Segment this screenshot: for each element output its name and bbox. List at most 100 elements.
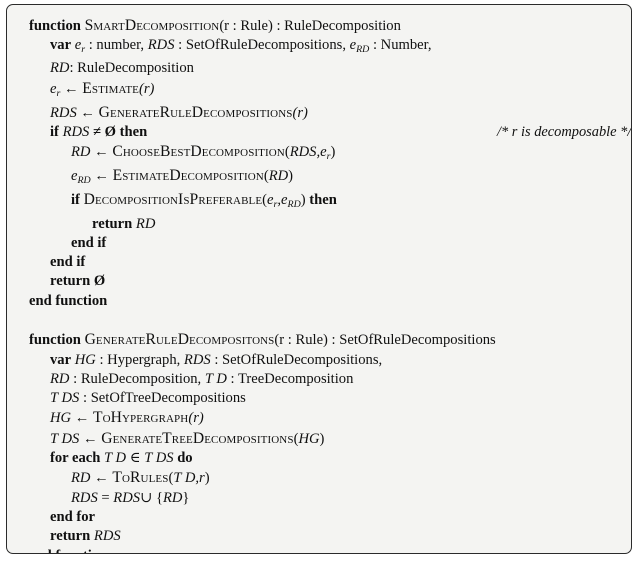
call-estimate-args: (r)	[139, 80, 155, 97]
call-tohypergraph: ToHypergraph	[92, 409, 189, 427]
call-choosebestdecomposition: ChooseBestDecomposition	[112, 143, 285, 161]
comment-text: is decomposable */	[517, 124, 632, 141]
keyword-then: then	[119, 124, 148, 141]
lhs-e-subscript-rd: RD	[77, 175, 91, 187]
proc2-var-line-2: RD : RuleDecomposition, T D : TreeDecomp…	[29, 370, 617, 389]
brace-open: {	[152, 489, 163, 506]
return-value-emptyset-icon: Ø	[93, 273, 106, 290]
keyword-return: return	[50, 273, 94, 290]
lhs-rd: RD	[71, 470, 91, 487]
var-rds: RDS	[183, 351, 211, 368]
proc2-return-rds: return RDS	[29, 527, 617, 546]
not-equal-emptyset-icon: ≠ Ø	[89, 124, 120, 141]
proc2-for-each-td: for each T D ∈ T DS do	[29, 449, 617, 468]
keyword-return: return	[50, 528, 94, 545]
keyword-end-if: end if	[50, 254, 86, 271]
arg-e-subscript-rd: RD	[287, 199, 301, 211]
keyword-var: var	[50, 351, 72, 368]
proc1-name: SmartDecomposition	[84, 17, 220, 34]
keyword-for-each: for each	[50, 450, 105, 467]
union-icon: ∪	[140, 489, 153, 506]
algorithm-listing: function SmartDecomposition(r : Rule) : …	[7, 5, 631, 553]
proc1-end-if-outer: end if	[29, 253, 617, 272]
keyword-function: function	[29, 18, 81, 34]
proc1-assign-generateruledecompositions: RDS ← GenerateRuleDecompositions(r)	[29, 103, 617, 123]
proc1-end-function: end function	[29, 292, 617, 311]
proc2-signature-line: function GenerateRuleDecompositons(r : R…	[29, 330, 617, 350]
var-td: T D	[204, 370, 227, 387]
comment-open: /*	[497, 124, 512, 141]
arg-rd: RD	[268, 168, 289, 185]
return-value-rd: RD	[135, 215, 156, 232]
call-torules: ToRules	[112, 469, 169, 487]
assign-arrow-icon: ←	[60, 80, 83, 97]
proc2-assign-torules: RD ← ToRules(T D,r)	[29, 468, 617, 488]
proc2-name: GenerateRuleDecompositons	[84, 331, 275, 349]
assign-arrow-icon: ←	[90, 144, 113, 161]
paren-close: )	[300, 192, 310, 209]
keyword-do: do	[173, 450, 193, 467]
var-type-setofruledecompositions: : SetOfRuleDecompositions,	[174, 37, 350, 54]
keyword-end-for: end for	[50, 508, 95, 525]
element-of-icon: ∈	[126, 450, 145, 467]
lhs-tds: T DS	[50, 430, 80, 447]
paren-close: )	[288, 168, 294, 185]
var-tds: T DS	[50, 390, 80, 407]
var-hg: HG	[74, 351, 96, 368]
lhs-hg: HG	[50, 410, 72, 427]
proc1-var-line-1: var er : number, RDS : SetOfRuleDecompos…	[29, 36, 617, 59]
figure-box: function SmartDecomposition(r : Rule) : …	[6, 4, 632, 554]
proc1-return-emptyset: return Ø	[29, 272, 617, 291]
proc1-signature-line: function SmartDecomposition(r : Rule) : …	[29, 16, 617, 36]
proc2-union-assignment: RDS = RDS∪ {RD}	[29, 489, 617, 508]
proc1-assign-choosebestdecomposition: RD ← ChooseBestDecomposition(RDS,er)	[29, 142, 617, 166]
var-type-treedecomposition: : TreeDecomposition	[226, 370, 354, 387]
paren-close: )	[204, 470, 210, 487]
return-value-rds: RDS	[93, 528, 121, 545]
keyword-then: then	[309, 192, 337, 209]
keyword-var: var	[50, 37, 72, 54]
var-type-number-2: : Number,	[369, 37, 432, 54]
proc1-return-rd: return RD	[29, 215, 617, 234]
call-generateruledecompositions-args: (r)	[292, 104, 308, 121]
var-rds: RDS	[147, 37, 175, 54]
keyword-end-if: end if	[71, 234, 107, 251]
paren-close: )	[330, 144, 336, 161]
paren-close: )	[319, 430, 325, 447]
assign-arrow-icon: ←	[79, 430, 102, 447]
var-rd: RD	[50, 370, 70, 387]
var-rd: RD	[50, 60, 70, 77]
equals-sign: =	[97, 489, 114, 506]
proc1-end-if-inner: end if	[29, 234, 617, 253]
var-type-ruledecomposition: : RuleDecomposition,	[69, 370, 205, 387]
keyword-return: return	[92, 215, 136, 232]
keyword-end-function: end function	[29, 548, 107, 553]
var-type-setofruledecompositions: : SetOfRuleDecompositions,	[210, 351, 383, 368]
proc1-signature: (r : Rule) : RuleDecomposition	[219, 18, 401, 34]
call-estimatedecomposition: EstimateDecomposition	[112, 167, 264, 185]
arg-rds: RDS	[289, 144, 317, 161]
assign-arrow-icon: ←	[90, 470, 113, 487]
proc2-end-for: end for	[29, 508, 617, 527]
proc1-assign-estimatedecomposition: eRD ← EstimateDecomposition(RD)	[29, 166, 617, 190]
proc1-if-rds-nonempty: if RDS ≠ Ø then /* r is decomposable */	[29, 123, 631, 142]
arg-hg: HG	[298, 430, 320, 447]
proc2-var-line-1: var HG : Hypergraph, RDS : SetOfRuleDeco…	[29, 351, 617, 370]
proc2-assign-generatetreedecompositions: T DS ← GenerateTreeDecompositions(HG)	[29, 429, 617, 449]
proc2-var-line-3: T DS : SetOfTreeDecompositions	[29, 389, 617, 408]
keyword-end-function: end function	[29, 292, 108, 309]
lhs-rds: RDS	[50, 104, 77, 121]
var-type-ruledecomposition: : RuleDecomposition	[69, 60, 194, 77]
keyword-function: function	[29, 332, 81, 349]
assign-arrow-icon: ←	[76, 104, 99, 121]
proc1-if-decompositionispreferable: if DecompositionIsPreferable(er,eRD) the…	[29, 190, 617, 214]
cond-rds: RDS	[62, 124, 90, 141]
proc1-var-line-2: RD: RuleDecomposition	[29, 59, 617, 78]
inline-comment-decomposable: /* r is decomposable */	[497, 123, 631, 142]
procedure-separator	[29, 311, 617, 330]
brace-close: }	[182, 489, 190, 506]
call-decompositionispreferable: DecompositionIsPreferable	[83, 191, 263, 209]
arg-td: T D	[173, 470, 196, 487]
proc2-end-function: end function	[29, 547, 617, 553]
proc1-assign-estimate: er ← Estimate(r)	[29, 79, 617, 103]
